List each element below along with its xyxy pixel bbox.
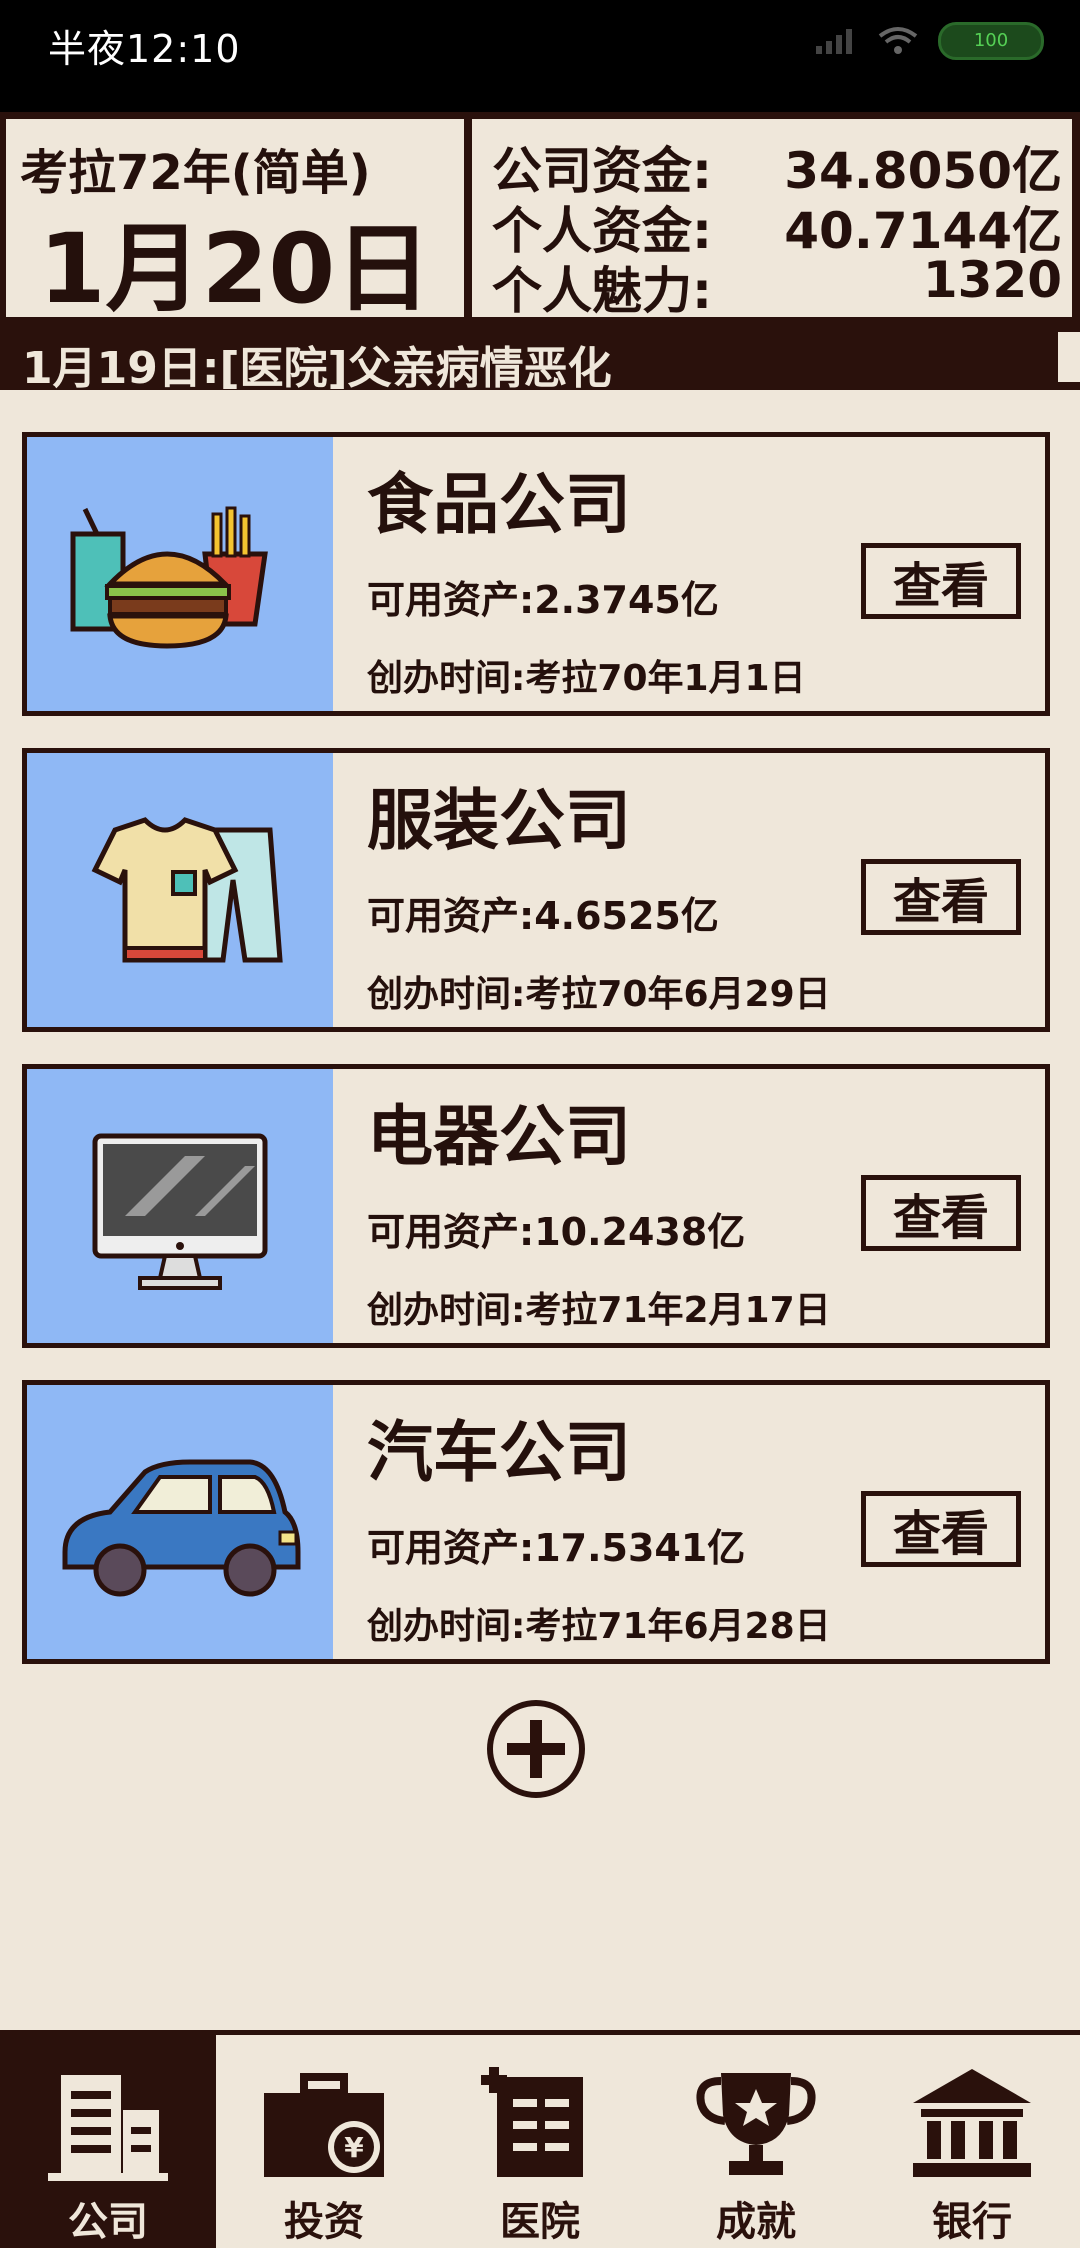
company-thumb [27, 753, 333, 1027]
nav-label: 银行 [932, 2199, 1012, 2245]
add-company-button[interactable] [487, 1700, 585, 1798]
trophy-icon [696, 2073, 816, 2175]
company-funds-row: 公司资金: 34.8050亿 [492, 131, 1062, 200]
news-ticker[interactable]: 1月19日:[医院]父亲病情恶化 [0, 324, 1080, 394]
nav-label: 医院 [500, 2199, 580, 2245]
status-icons: 100 [814, 22, 1044, 60]
clothing-icon [91, 817, 283, 963]
status-bar: 半夜12:10 100 [0, 0, 1080, 112]
view-button[interactable]: 查看 [861, 859, 1021, 935]
status-time: 半夜12:10 [48, 27, 241, 71]
nav-company[interactable]: 公司 [0, 2035, 216, 2248]
company-name: 电器公司 [367, 1098, 631, 1175]
news-text: 1月19日:[医院]父亲病情恶化 [22, 343, 612, 394]
charisma-row: 个人魅力: 1320 [492, 251, 1062, 320]
company-card-clothing: 服装公司 可用资产:4.6525亿 创办时间:考拉70年6月29日 查看 [22, 748, 1050, 1032]
hospital-icon [481, 2067, 583, 2177]
company-assets: 可用资产:17.5341亿 [367, 1526, 746, 1570]
nav-label: 成就 [716, 2199, 796, 2245]
company-founded: 创办时间:考拉70年6月29日 [367, 974, 831, 1015]
view-button[interactable]: 查看 [861, 543, 1021, 619]
company-founded: 创办时间:考拉71年6月28日 [367, 1606, 831, 1647]
signal-icon [816, 29, 852, 54]
food-icon [70, 506, 268, 649]
company-assets: 可用资产:10.2438亿 [367, 1210, 746, 1254]
charisma-value: 1320 [922, 251, 1062, 309]
monitor-icon [92, 1133, 268, 1290]
company-card-electronics: 电器公司 可用资产:10.2438亿 创办时间:考拉71年2月17日 查看 [22, 1064, 1050, 1348]
battery-icon: 100 [938, 22, 1044, 60]
nav-hospital[interactable]: 医院 [432, 2035, 648, 2248]
nav-bank[interactable]: 银行 [864, 2035, 1080, 2248]
view-button[interactable]: 查看 [861, 1491, 1021, 1567]
company-name: 服装公司 [367, 782, 631, 859]
funds-box: 公司资金: 34.8050亿 个人资金: 40.7144亿 个人魅力: 1320 [472, 119, 1072, 320]
briefcase-icon: ¥ [264, 2073, 384, 2177]
company-building-icon [48, 2075, 168, 2181]
nav-label: 公司 [68, 2199, 148, 2245]
wifi-icon [878, 27, 918, 54]
view-button[interactable]: 查看 [861, 1175, 1021, 1251]
bank-icon [913, 2069, 1031, 2177]
company-founded: 创办时间:考拉71年2月17日 [367, 1290, 831, 1331]
header-panel: 考拉72年(简单) 1月20日 公司资金: 34.8050亿 个人资金: 40.… [0, 112, 1080, 325]
company-assets: 可用资产:4.6525亿 [367, 894, 719, 938]
company-assets: 可用资产:2.3745亿 [367, 578, 719, 622]
current-date: 1月20日 [38, 213, 432, 325]
nav-achievements[interactable]: 成就 [648, 2035, 864, 2248]
company-thumb [27, 437, 333, 711]
nav-label: 投资 [284, 2199, 364, 2245]
company-thumb [27, 1069, 333, 1343]
nav-invest[interactable]: ¥ 投资 [216, 2035, 432, 2248]
company-card-car: 汽车公司 可用资产:17.5341亿 创办时间:考拉71年6月28日 查看 [22, 1380, 1050, 1664]
personal-funds-row: 个人资金: 40.7144亿 [492, 191, 1062, 260]
company-name: 食品公司 [367, 466, 631, 543]
company-name: 汽车公司 [367, 1414, 631, 1491]
date-box: 考拉72年(简单) 1月20日 [6, 119, 464, 325]
news-scroll-handle[interactable] [1058, 332, 1080, 382]
charisma-label: 个人魅力: [492, 262, 712, 320]
company-thumb [27, 1385, 333, 1659]
svg-text:¥: ¥ [344, 2131, 364, 2164]
company-card-food: 食品公司 可用资产:2.3745亿 创办时间:考拉70年1月1日 查看 [22, 432, 1050, 716]
company-founded: 创办时间:考拉70年1月1日 [367, 658, 806, 699]
car-icon [62, 1459, 301, 1597]
bottom-nav: 公司 ¥ 投资 医院 成就 银行 [0, 2030, 1080, 2248]
